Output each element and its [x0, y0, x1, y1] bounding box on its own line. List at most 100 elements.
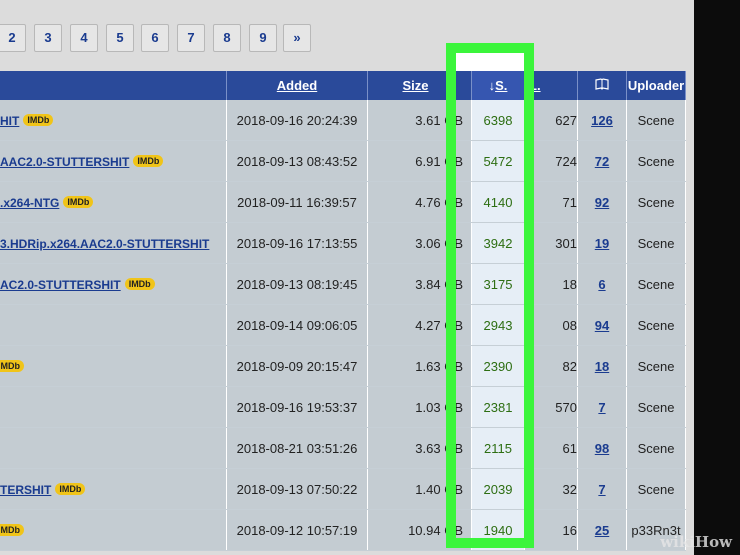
torrent-name-cell: AAC2.0-STUTTERSHIT IMDb [0, 140, 227, 182]
table-row[interactable]: TERSHIT IMDb 2018-09-13 07:50:22 1.40 GB 203… [0, 468, 686, 510]
uploader-header-label: Uploader [627, 78, 685, 93]
torrent-name-cell [0, 386, 227, 428]
torrent-name-cell: IMDb [0, 509, 227, 551]
seeders-cell: 5472 [471, 140, 525, 182]
added-date-cell: 2018-09-11 16:39:57 [226, 181, 368, 223]
seeders-cell: 3942 [471, 222, 525, 264]
book-icon[interactable] [595, 78, 609, 90]
comments-count-link[interactable]: 6 [598, 277, 605, 292]
size-cell: 6.91 GB [367, 140, 472, 182]
comments-count-link[interactable]: 94 [595, 318, 609, 333]
leechers-cell: 18 [524, 263, 578, 305]
added-date-cell: 2018-09-12 10:57:19 [226, 509, 368, 551]
added-date-cell: 2018-09-14 09:06:05 [226, 304, 368, 346]
added-date-cell: 2018-09-13 08:19:45 [226, 263, 368, 305]
right-edge-shadow [694, 0, 740, 555]
column-header-added[interactable]: Added [226, 71, 368, 100]
table-row[interactable]: IMDb 2018-09-12 10:57:19 10.94 GB 1940 16 25 p… [0, 509, 686, 551]
size-header-label[interactable]: Size [402, 78, 428, 93]
column-header-leechers[interactable]: L. [524, 71, 578, 100]
size-cell: 3.63 GB [367, 427, 472, 469]
page-link[interactable]: 7 [177, 24, 205, 52]
comments-cell: 94 [577, 304, 627, 346]
table-row[interactable]: .x264-NTG IMDb 2018-09-11 16:39:57 4.76 GB 4… [0, 181, 686, 223]
seeders-header-label[interactable]: S. [495, 78, 507, 93]
comments-count-link[interactable]: 98 [595, 441, 609, 456]
imdb-badge[interactable]: IMDb [55, 482, 86, 495]
table-row[interactable]: HIT IMDb 2018-09-16 20:24:39 3.61 GB 6398 627… [0, 100, 686, 141]
torrent-name-cell: IMDb [0, 345, 227, 387]
comments-count-link[interactable]: 7 [598, 400, 605, 415]
leechers-cell: 724 [524, 140, 578, 182]
comments-count-link[interactable]: 126 [591, 113, 613, 128]
size-cell: 4.27 GB [367, 304, 472, 346]
table-row[interactable]: 2018-09-16 19:53:37 1.03 GB 2381 570 7 Scene [0, 386, 686, 428]
size-cell: 3.84 GB [367, 263, 472, 305]
page-link[interactable]: 4 [70, 24, 98, 52]
leechers-header-label[interactable]: L. [529, 78, 541, 93]
torrent-name-cell: TERSHIT IMDb [0, 468, 227, 510]
column-header-comments[interactable] [577, 71, 627, 100]
table-row[interactable]: AAC2.0-STUTTERSHIT IMDb 2018-09-13 08:43:5… [0, 140, 686, 182]
added-date-cell: 2018-09-13 07:50:22 [226, 468, 368, 510]
table-row[interactable]: AC2.0-STUTTERSHIT IMDb 2018-09-13 08:19:45… [0, 263, 686, 305]
uploader-cell: Scene [626, 181, 686, 223]
comments-count-link[interactable]: 7 [598, 482, 605, 497]
results-table: Added Size ↓S. L. Uploader HIT IMDb 2018-0… [0, 71, 686, 551]
added-date-cell: 2018-09-16 20:24:39 [226, 100, 368, 141]
comments-cell: 92 [577, 181, 627, 223]
size-cell: 4.76 GB [367, 181, 472, 223]
page-link[interactable]: 6 [141, 24, 169, 52]
table-row[interactable]: 2018-09-14 09:06:05 4.27 GB 2943 08 94 Scene [0, 304, 686, 346]
comments-cell: 7 [577, 386, 627, 428]
torrent-title-link[interactable]: HIT [0, 114, 19, 128]
seeders-cell: 2039 [471, 468, 525, 510]
imdb-badge[interactable]: IMDb [133, 154, 164, 167]
uploader-cell: Scene [626, 100, 686, 141]
table-row[interactable]: 2018-08-21 03:51:26 3.63 GB 2115 61 98 Scene [0, 427, 686, 469]
comments-count-link[interactable]: 19 [595, 236, 609, 251]
page-link[interactable]: 2 [0, 24, 26, 52]
column-header-seeders[interactable]: ↓S. [471, 71, 525, 100]
added-header-label[interactable]: Added [277, 78, 317, 93]
uploader-cell: Scene [626, 468, 686, 510]
imdb-badge[interactable]: IMDb [23, 113, 54, 126]
column-header-size[interactable]: Size [367, 71, 472, 100]
comments-cell: 19 [577, 222, 627, 264]
column-header-uploader: Uploader [626, 71, 686, 100]
table-header-row: Added Size ↓S. L. Uploader [0, 71, 686, 100]
imdb-badge[interactable]: IMDb [0, 523, 24, 536]
comments-count-link[interactable]: 25 [595, 523, 609, 538]
leechers-cell: 16 [524, 509, 578, 551]
torrent-title-link[interactable]: .x264-NTG [0, 196, 59, 210]
uploader-cell: Scene [626, 386, 686, 428]
comments-cell: 72 [577, 140, 627, 182]
seeders-cell: 2381 [471, 386, 525, 428]
page-link[interactable]: 3 [34, 24, 62, 52]
comments-count-link[interactable]: 92 [595, 195, 609, 210]
torrent-title-link[interactable]: 3.HDRip.x264.AAC2.0-STUTTERSHIT [0, 237, 209, 251]
comments-cell: 25 [577, 509, 627, 551]
added-date-cell: 2018-08-21 03:51:26 [226, 427, 368, 469]
page-link[interactable]: 5 [106, 24, 134, 52]
comments-count-link[interactable]: 18 [595, 359, 609, 374]
imdb-badge[interactable]: IMDb [0, 359, 24, 372]
imdb-badge[interactable]: IMDb [124, 277, 155, 290]
torrent-name-cell: .x264-NTG IMDb [0, 181, 227, 223]
leechers-cell: 71 [524, 181, 578, 223]
page-link[interactable]: 9 [249, 24, 277, 52]
table-row[interactable]: IMDb 2018-09-09 20:15:47 1.63 GB 2390 82 18 Sc… [0, 345, 686, 387]
torrent-title-link[interactable]: AAC2.0-STUTTERSHIT [0, 155, 129, 169]
watermark: wikiHow [660, 533, 732, 551]
page-link[interactable]: » [283, 24, 311, 52]
column-header-name[interactable] [0, 71, 227, 100]
uploader-cell: Scene [626, 140, 686, 182]
imdb-badge[interactable]: IMDb [63, 195, 94, 208]
table-row[interactable]: 3.HDRip.x264.AAC2.0-STUTTERSHIT 2018-09-1… [0, 222, 686, 264]
page-link[interactable]: 8 [213, 24, 241, 52]
leechers-cell: 570 [524, 386, 578, 428]
torrent-title-link[interactable]: AC2.0-STUTTERSHIT [0, 278, 121, 292]
comments-count-link[interactable]: 72 [595, 154, 609, 169]
torrent-title-link[interactable]: TERSHIT [0, 483, 51, 497]
comments-cell: 98 [577, 427, 627, 469]
